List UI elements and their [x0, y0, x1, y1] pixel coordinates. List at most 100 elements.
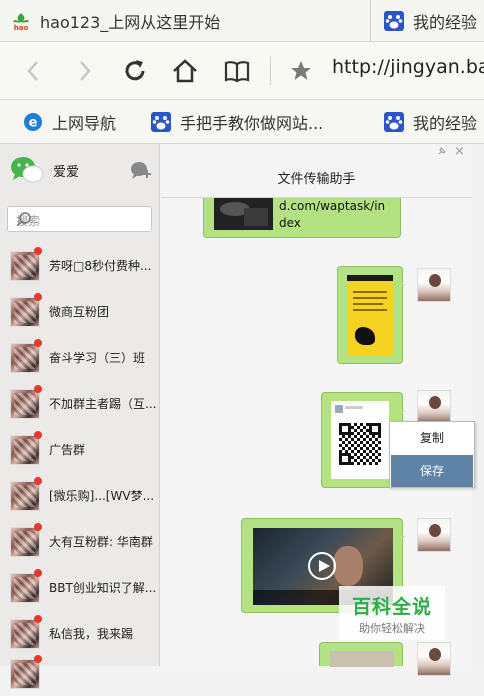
- conversation-item[interactable]: 广告群: [0, 426, 160, 472]
- tab-title: hao123_上网从这里开始: [40, 13, 221, 32]
- group-avatar: [10, 435, 40, 465]
- menu-item-copy[interactable]: 复制: [390, 422, 474, 454]
- group-avatar: [10, 389, 40, 419]
- baidu-paw-icon: [150, 111, 172, 133]
- message-text: d.com/waptask/index: [279, 199, 386, 230]
- conversation-item[interactable]: 不加群主者踢（互...: [0, 380, 160, 426]
- group-avatar: [10, 527, 40, 557]
- baidu-paw-icon: [383, 111, 405, 133]
- navigation-bar: http://jingyan.ba: [0, 42, 484, 100]
- unread-dot: [34, 523, 42, 531]
- bookmark-item[interactable]: 手把手教你做网站...: [150, 100, 323, 144]
- message-bubble[interactable]: [319, 642, 403, 667]
- close-icon[interactable]: ×: [454, 144, 465, 159]
- svg-text:hao: hao: [14, 24, 29, 32]
- tab-hao123[interactable]: hao hao123_上网从这里开始: [10, 0, 368, 42]
- tab-bar: hao hao123_上网从这里开始 我的经验: [0, 0, 484, 42]
- qr-code-image: [331, 401, 389, 479]
- user-avatar: [417, 518, 451, 552]
- forward-arrow-icon: [80, 61, 91, 81]
- favorite-button[interactable]: [284, 54, 318, 88]
- conversation-item[interactable]: [微乐购]...[WV梦...: [0, 472, 160, 518]
- conversation-name: 广告群: [49, 443, 86, 457]
- new-chat-icon[interactable]: [130, 160, 152, 180]
- bookmark-item[interactable]: e 上网导航: [22, 100, 116, 144]
- group-avatar: [10, 481, 40, 511]
- tab-jingyan[interactable]: 我的经验: [370, 0, 484, 42]
- chat-header: 文件传输助手 ×: [161, 144, 472, 198]
- conversation-name: 私信我，我来踢: [49, 627, 134, 641]
- context-menu: 复制 保存: [389, 421, 475, 488]
- sidebar: 爱爱 搜索 芳呀□8秒付费种... 微商互粉团 奋斗学习（三）班 不加群主者踢（…: [0, 144, 160, 689]
- conversation-item[interactable]: [0, 650, 160, 696]
- bookmark-label: 手把手教你做网站...: [180, 114, 324, 133]
- search-input[interactable]: 搜索: [7, 206, 152, 232]
- play-icon[interactable]: [308, 552, 336, 580]
- watermark-subtitle: 助你轻松解决: [359, 622, 425, 635]
- chat-title: 文件传输助手: [277, 172, 356, 187]
- menu-item-save[interactable]: 保存: [391, 455, 473, 487]
- unread-dot: [34, 655, 42, 663]
- svg-text:e: e: [29, 116, 38, 131]
- reload-button[interactable]: [118, 54, 152, 88]
- user-avatar: [417, 390, 451, 424]
- sidebar-header: 爱爱: [0, 144, 160, 196]
- unread-dot: [34, 569, 42, 577]
- reload-icon: [125, 60, 145, 81]
- message-bubble[interactable]: [337, 266, 405, 364]
- conversation-name: BBT创业知识了解...: [49, 581, 157, 595]
- username: 爱爱: [53, 165, 80, 180]
- unread-dot: [34, 477, 42, 485]
- unread-dot: [34, 247, 42, 255]
- unread-dot: [34, 615, 42, 623]
- book-icon: [224, 61, 250, 83]
- address-bar[interactable]: http://jingyan.ba: [332, 56, 484, 78]
- unread-dot: [34, 431, 42, 439]
- message-bubble[interactable]: d.com/waptask/index: [203, 198, 401, 238]
- user-avatar: [417, 642, 451, 676]
- ie-icon: e: [22, 111, 44, 133]
- message-image: [214, 198, 273, 230]
- conversation-item[interactable]: 微商互粉团: [0, 288, 160, 334]
- conversation-item[interactable]: 大有互粉群: 华南群: [0, 518, 160, 564]
- unread-dot: [34, 339, 42, 347]
- conversation-name: 大有互粉群: 华南群: [49, 535, 153, 549]
- pin-icon[interactable]: [437, 146, 447, 159]
- watermark: 百科全说 助你轻松解决: [339, 586, 445, 640]
- tab-title: 我的经验: [413, 13, 478, 32]
- wechat-logo-icon: [10, 155, 44, 185]
- conversation-name: 不加群主者踢（互...: [49, 397, 157, 411]
- group-avatar: [10, 619, 40, 649]
- back-button[interactable]: [16, 54, 50, 88]
- conversation-name: 芳呀□8秒付费种...: [49, 259, 152, 273]
- conversation-name: [微乐购]...[WV梦...: [49, 489, 155, 503]
- message-image: [347, 275, 393, 355]
- bookmark-label: 我的经验: [413, 114, 478, 133]
- conversation-item[interactable]: 奋斗学习（三）班: [0, 334, 160, 380]
- conversation-name: 奋斗学习（三）班: [49, 351, 146, 365]
- group-avatar: [10, 573, 40, 603]
- search-icon: [16, 211, 32, 227]
- forward-button[interactable]: [68, 54, 102, 88]
- hao123-icon: hao: [10, 10, 32, 32]
- bookmark-item[interactable]: 我的经验: [383, 100, 477, 144]
- home-icon: [173, 59, 197, 83]
- home-button[interactable]: [168, 54, 202, 88]
- user-avatar: [417, 268, 451, 302]
- baidu-paw-icon: [383, 10, 405, 32]
- reading-mode-button[interactable]: [220, 54, 254, 88]
- conversation-name: 微商互粉团: [49, 305, 110, 319]
- group-avatar: [10, 659, 40, 689]
- group-avatar: [10, 297, 40, 327]
- conversation-item[interactable]: BBT创业知识了解...: [0, 564, 160, 610]
- watermark-title: 百科全说: [351, 596, 432, 618]
- group-avatar: [10, 343, 40, 373]
- bookmark-label: 上网导航: [52, 114, 117, 133]
- divider: [270, 57, 271, 85]
- unread-dot: [34, 385, 42, 393]
- conversation-item[interactable]: 芳呀□8秒付费种...: [0, 242, 160, 288]
- unread-dot: [34, 293, 42, 301]
- scrollbar[interactable]: [472, 144, 484, 666]
- group-avatar: [10, 251, 40, 281]
- message-image: [330, 651, 394, 667]
